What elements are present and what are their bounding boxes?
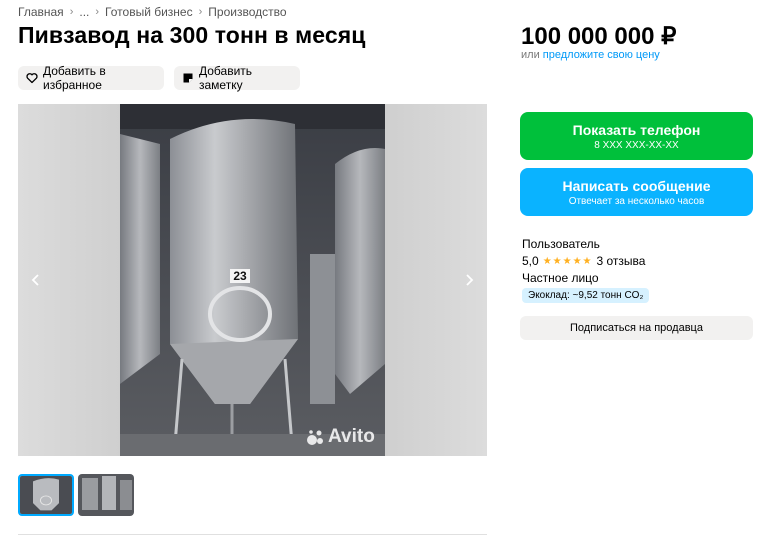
price-or-text: или: [521, 49, 540, 61]
add-note-button[interactable]: Добавить заметку: [174, 64, 300, 92]
heart-icon: [26, 72, 38, 84]
thumbnail-2[interactable]: [78, 474, 134, 516]
seller-type: Частное лицо: [522, 271, 599, 285]
masked-phone: 8 XXX XXX-XX-XX: [594, 139, 679, 151]
breadcrumb: Главная › ... › Готовый бизнес › Произво…: [18, 5, 287, 19]
chevron-left-icon: [31, 274, 39, 286]
price-offer: или предложите свою цену: [521, 49, 660, 61]
watermark-text: Avito: [328, 426, 375, 447]
response-time: Отвечает за несколько часов: [568, 195, 705, 207]
divider: [18, 534, 487, 535]
seller-name[interactable]: Пользователь: [522, 237, 600, 251]
thumbnail-strip: [18, 474, 138, 516]
chevron-right-icon: [466, 274, 474, 286]
breadcrumb-production[interactable]: Производство: [208, 5, 286, 19]
thumbnail-1[interactable]: [18, 474, 74, 516]
photo-gallery[interactable]: 23 Avito: [18, 104, 487, 456]
page-title: Пивзавод на 300 тонн в месяц: [18, 22, 366, 48]
price: 100 000 000 ₽: [521, 23, 677, 50]
add-to-favorites-label: Добавить в избранное: [43, 64, 106, 92]
write-message-label: Написать сообщение: [562, 177, 711, 194]
avito-logo-icon: [307, 430, 323, 445]
breadcrumb-ellipsis[interactable]: ...: [79, 5, 89, 19]
chevron-right-icon: ›: [69, 6, 74, 18]
write-message-button[interactable]: Написать сообщение Отвечает за несколько…: [520, 168, 753, 216]
gallery-next-button[interactable]: [457, 268, 481, 292]
add-to-favorites-button[interactable]: Добавить в избранное: [18, 64, 164, 92]
main-photo[interactable]: 23: [120, 104, 385, 456]
rating-value: 5,0: [522, 254, 539, 268]
chevron-right-icon: ›: [95, 6, 100, 18]
reviews-count: 3 отзыва: [596, 254, 646, 268]
subscribe-seller-button[interactable]: Подписаться на продавца: [520, 316, 753, 340]
seller-info: Пользователь 5,0 ★★★★★ 3 отзыва Частное …: [522, 237, 645, 288]
gallery-prev-button[interactable]: [24, 268, 48, 292]
tank-number-label: 23: [233, 269, 247, 283]
avito-watermark: Avito: [306, 426, 375, 448]
eco-badge[interactable]: Экоклад: ~9,52 тонн CO₂: [522, 288, 650, 303]
note-icon: [182, 72, 194, 84]
seller-rating[interactable]: 5,0 ★★★★★ 3 отзыва: [522, 254, 645, 268]
chevron-right-icon: ›: [198, 6, 203, 18]
show-phone-button[interactable]: Показать телефон 8 XXX XXX-XX-XX: [520, 112, 753, 160]
breadcrumb-home[interactable]: Главная: [18, 5, 64, 19]
breadcrumb-ready-business[interactable]: Готовый бизнес: [105, 5, 193, 19]
add-note-label: Добавить заметку: [199, 64, 253, 92]
rating-stars-icon: ★★★★★: [542, 255, 593, 267]
show-phone-label: Показать телефон: [572, 121, 701, 138]
offer-price-link[interactable]: предложите свою цену: [543, 49, 660, 61]
